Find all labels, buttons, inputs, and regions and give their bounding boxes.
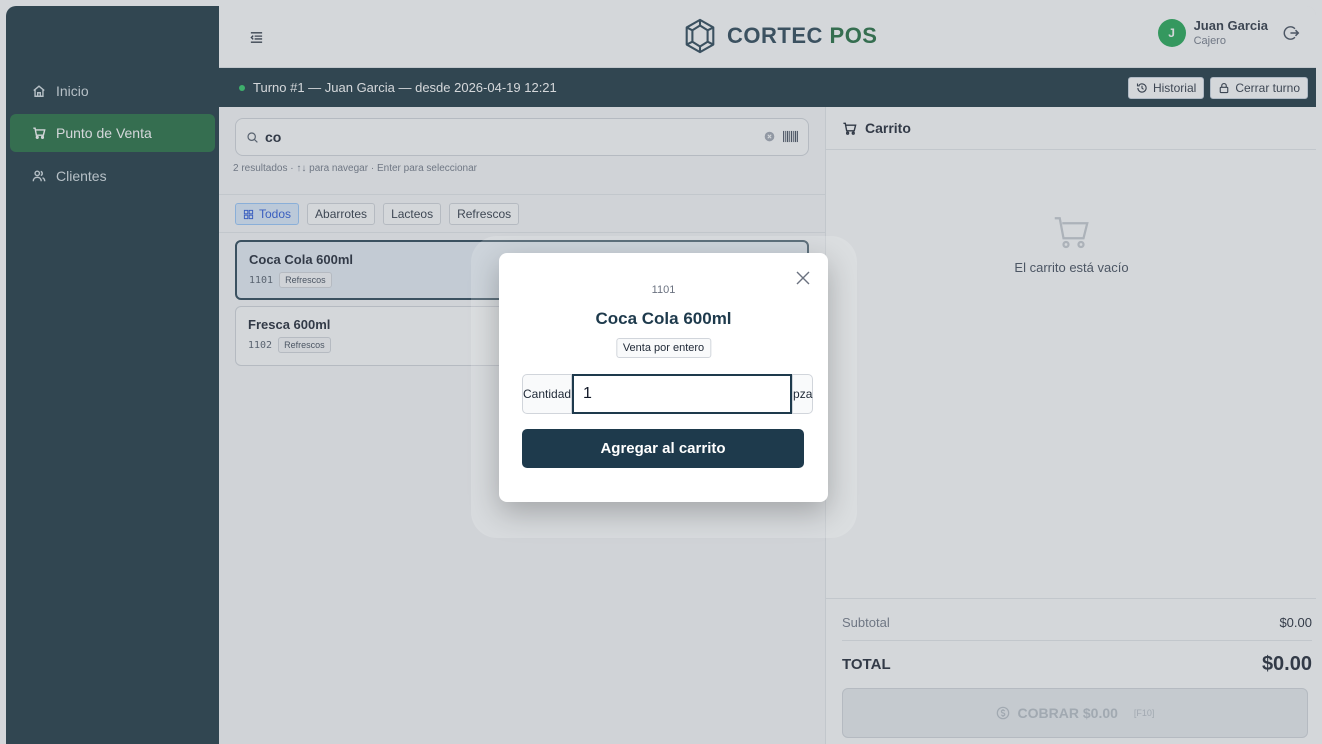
quantity-label: Cantidad <box>522 374 573 414</box>
quantity-unit: pza <box>792 374 814 414</box>
quantity-group: Cantidad pza <box>522 374 814 414</box>
add-to-cart-button[interactable]: Agregar al carrito <box>522 429 804 468</box>
close-icon[interactable] <box>796 271 810 285</box>
add-product-dialog: 1101 Coca Cola 600ml Venta por entero Ca… <box>499 253 828 502</box>
sale-type-badge: Venta por entero <box>615 338 712 358</box>
quantity-input[interactable] <box>572 374 793 414</box>
dialog-title: Coca Cola 600ml <box>595 309 732 328</box>
dialog-product-code: 1101 <box>651 284 676 296</box>
